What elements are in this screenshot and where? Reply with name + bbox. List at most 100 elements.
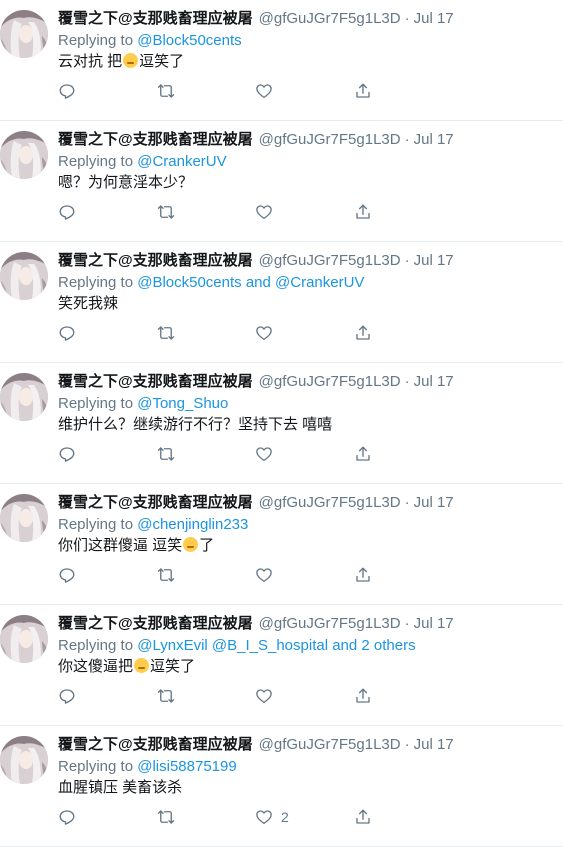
retweet-button[interactable] bbox=[157, 200, 175, 224]
author-handle[interactable]: @gfGuJGr7F5g1L3D bbox=[259, 615, 401, 632]
author-name[interactable]: 覆雪之下@支那贱畜理应被屠 bbox=[58, 131, 253, 148]
tweet-date[interactable]: Jul 17 bbox=[414, 252, 454, 269]
author-handle[interactable]: @gfGuJGr7F5g1L3D bbox=[259, 736, 401, 753]
reply-mention-link[interactable]: @Block50cents bbox=[137, 32, 241, 49]
like-button[interactable] bbox=[255, 442, 273, 466]
reply-button[interactable] bbox=[58, 442, 76, 466]
like-button[interactable] bbox=[255, 563, 273, 587]
avatar[interactable] bbox=[0, 252, 48, 300]
reply-icon bbox=[58, 82, 76, 100]
tweet-date[interactable]: Jul 17 bbox=[414, 494, 454, 511]
tweet-header: 覆雪之下@支那贱畜理应被屠 @gfGuJGr7F5g1L3D · Jul 17 bbox=[58, 9, 454, 29]
author-name[interactable]: 覆雪之下@支那贱畜理应被屠 bbox=[58, 373, 253, 390]
author-name[interactable]: 覆雪之下@支那贱畜理应被屠 bbox=[58, 494, 253, 511]
author-handle[interactable]: @gfGuJGr7F5g1L3D bbox=[259, 10, 401, 27]
retweet-button[interactable] bbox=[157, 321, 175, 345]
share-button[interactable] bbox=[354, 684, 372, 708]
tweet-text: 你这傻逼把 逗笑了 bbox=[58, 657, 195, 677]
tweet-actions bbox=[0, 321, 563, 345]
tweet-date[interactable]: Jul 17 bbox=[414, 736, 454, 753]
retweet-button[interactable] bbox=[157, 442, 175, 466]
reply-button[interactable] bbox=[58, 563, 76, 587]
replying-to: Replying to @lisi58875199 bbox=[58, 757, 237, 777]
tweet-date[interactable]: Jul 17 bbox=[414, 373, 454, 390]
replying-to-label: Replying to bbox=[58, 758, 134, 775]
reply-button[interactable] bbox=[58, 321, 76, 345]
reply-mention-link[interactable]: @chenjinglin233 bbox=[137, 516, 248, 533]
retweet-button[interactable] bbox=[157, 805, 175, 829]
tweet-text-part: 了 bbox=[199, 537, 215, 554]
tweet-actions bbox=[0, 200, 563, 224]
like-button[interactable] bbox=[255, 321, 273, 345]
reply-mention-link[interactable]: @LynxEvil @B_I_S_hospital and 2 others bbox=[137, 637, 415, 654]
tweet-actions bbox=[0, 684, 563, 708]
like-button[interactable] bbox=[255, 79, 273, 103]
tweet[interactable]: 覆雪之下@支那贱畜理应被屠 @gfGuJGr7F5g1L3D · Jul 17 Repl… bbox=[0, 363, 563, 484]
share-icon bbox=[354, 203, 372, 221]
avatar[interactable] bbox=[0, 10, 48, 58]
separator-dot: · bbox=[404, 131, 410, 148]
author-handle[interactable]: @gfGuJGr7F5g1L3D bbox=[259, 373, 401, 390]
tweet-text-part: 嗯？为何意淫本少？ bbox=[58, 174, 194, 191]
avatar[interactable] bbox=[0, 615, 48, 663]
share-button[interactable] bbox=[354, 563, 372, 587]
tweet[interactable]: 覆雪之下@支那贱畜理应被屠 @gfGuJGr7F5g1L3D · Jul 17 Repl… bbox=[0, 484, 563, 605]
tweet-text: 维护什么？继续游行不行？坚持下去 嘻嘻 bbox=[58, 415, 332, 435]
share-icon bbox=[354, 82, 372, 100]
replying-to-label: Replying to bbox=[58, 395, 134, 412]
tweet-header: 覆雪之下@支那贱畜理应被屠 @gfGuJGr7F5g1L3D · Jul 17 bbox=[58, 493, 454, 513]
replying-to: Replying to @Block50cents bbox=[58, 31, 242, 51]
tweet-text-part: 你这傻逼把 bbox=[58, 658, 134, 675]
author-handle[interactable]: @gfGuJGr7F5g1L3D bbox=[259, 131, 401, 148]
avatar[interactable] bbox=[0, 131, 48, 179]
tweet-date[interactable]: Jul 17 bbox=[414, 131, 454, 148]
tweet[interactable]: 覆雪之下@支那贱畜理应被屠 @gfGuJGr7F5g1L3D · Jul 17 Repl… bbox=[0, 242, 563, 363]
reply-mention-link[interactable]: @CrankerUV bbox=[137, 153, 226, 170]
reply-icon bbox=[58, 324, 76, 342]
author-handle[interactable]: @gfGuJGr7F5g1L3D bbox=[259, 252, 401, 269]
share-button[interactable] bbox=[354, 442, 372, 466]
avatar[interactable] bbox=[0, 373, 48, 421]
author-name[interactable]: 覆雪之下@支那贱畜理应被屠 bbox=[58, 736, 253, 753]
reply-button[interactable] bbox=[58, 805, 76, 829]
reply-icon bbox=[58, 445, 76, 463]
tweet[interactable]: 覆雪之下@支那贱畜理应被屠 @gfGuJGr7F5g1L3D · Jul 17 Repl… bbox=[0, 121, 563, 242]
tweet[interactable]: 覆雪之下@支那贱畜理应被屠 @gfGuJGr7F5g1L3D · Jul 17 Repl… bbox=[0, 605, 563, 726]
share-button[interactable] bbox=[354, 321, 372, 345]
separator-dot: · bbox=[404, 736, 410, 753]
avatar[interactable] bbox=[0, 736, 48, 784]
share-button[interactable] bbox=[354, 79, 372, 103]
tweet[interactable]: 覆雪之下@支那贱畜理应被屠 @gfGuJGr7F5g1L3D · Jul 17 Repl… bbox=[0, 726, 563, 847]
reply-icon bbox=[58, 687, 76, 705]
author-handle[interactable]: @gfGuJGr7F5g1L3D bbox=[259, 494, 401, 511]
share-button[interactable] bbox=[354, 200, 372, 224]
tweet-actions: 2 bbox=[0, 805, 563, 829]
author-name[interactable]: 覆雪之下@支那贱畜理应被屠 bbox=[58, 252, 253, 269]
reply-mention-link[interactable]: @Block50cents and @CrankerUV bbox=[137, 274, 364, 291]
author-name[interactable]: 覆雪之下@支那贱畜理应被屠 bbox=[58, 10, 253, 27]
retweet-button[interactable] bbox=[157, 563, 175, 587]
tweet-text-part: 维护什么？继续游行不行？坚持下去 嘻嘻 bbox=[58, 416, 333, 433]
retweet-button[interactable] bbox=[157, 684, 175, 708]
reply-mention-link[interactable]: @lisi58875199 bbox=[137, 758, 236, 775]
reply-button[interactable] bbox=[58, 684, 76, 708]
retweet-button[interactable] bbox=[157, 79, 175, 103]
retweet-icon bbox=[157, 324, 175, 342]
tweet-header: 覆雪之下@支那贱畜理应被屠 @gfGuJGr7F5g1L3D · Jul 17 bbox=[58, 251, 454, 271]
tweet-date[interactable]: Jul 17 bbox=[414, 10, 454, 27]
reply-mention-link[interactable]: @Tong_Shuo bbox=[137, 395, 228, 412]
tweet-header: 覆雪之下@支那贱畜理应被屠 @gfGuJGr7F5g1L3D · Jul 17 bbox=[58, 614, 454, 634]
like-button[interactable] bbox=[255, 200, 273, 224]
like-button[interactable]: 2 bbox=[255, 805, 289, 829]
tweet-header: 覆雪之下@支那贱畜理应被屠 @gfGuJGr7F5g1L3D · Jul 17 bbox=[58, 130, 454, 150]
tweet-date[interactable]: Jul 17 bbox=[414, 615, 454, 632]
share-icon bbox=[354, 566, 372, 584]
avatar[interactable] bbox=[0, 494, 48, 542]
author-name[interactable]: 覆雪之下@支那贱畜理应被屠 bbox=[58, 615, 253, 632]
share-button[interactable] bbox=[354, 805, 372, 829]
tweet[interactable]: 覆雪之下@支那贱畜理应被屠 @gfGuJGr7F5g1L3D · Jul 17 Repl… bbox=[0, 0, 563, 121]
reply-button[interactable] bbox=[58, 79, 76, 103]
replying-to-label: Replying to bbox=[58, 516, 134, 533]
reply-button[interactable] bbox=[58, 200, 76, 224]
like-button[interactable] bbox=[255, 684, 273, 708]
